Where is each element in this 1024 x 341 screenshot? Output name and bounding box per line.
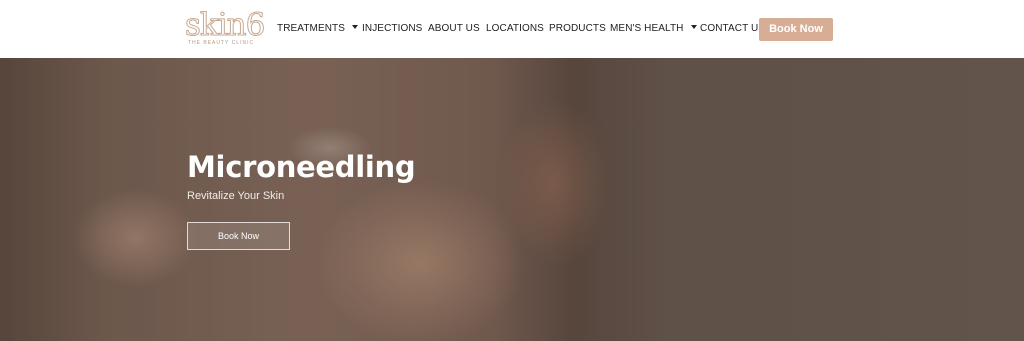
hero-book-now-button[interactable]: Book Now [187, 222, 290, 250]
nav-item-products[interactable]: PRODUCTS [549, 22, 606, 36]
nav-item-label: CONTACT US [700, 23, 766, 34]
hero-banner: Microneedling Revitalize Your Skin Book … [0, 58, 1024, 341]
nav-item-label: INJECTIONS [362, 23, 423, 34]
hero-subtitle: Revitalize Your Skin [187, 190, 285, 202]
hero-image-overlay [0, 58, 1024, 341]
nav-item-locations[interactable]: LOCATIONS [486, 22, 544, 36]
nav-item-mens-health[interactable]: MEN'S HEALTH [610, 22, 697, 36]
nav-item-about-us[interactable]: ABOUT US [428, 22, 480, 36]
nav-item-label: ABOUT US [428, 23, 480, 34]
chevron-down-icon [352, 25, 359, 29]
hero-title: Microneedling [187, 150, 416, 184]
site-header: skin6 THE BEAUTY CLINIC TREATMENTS INJEC… [0, 0, 1024, 58]
nav-item-contact-us[interactable]: CONTACT US [700, 22, 765, 36]
chevron-down-icon [690, 25, 697, 29]
header-book-now-button[interactable]: Book Now [759, 18, 833, 41]
nav-item-label: PRODUCTS [549, 23, 606, 34]
nav-item-label: LOCATIONS [486, 23, 544, 34]
nav-item-treatments[interactable]: TREATMENTS [277, 22, 359, 36]
nav-item-injections[interactable]: INJECTIONS [362, 22, 422, 36]
nav-item-label: TREATMENTS [277, 23, 346, 34]
main-nav: TREATMENTS INJECTIONS ABOUT US LOCATIONS… [0, 0, 1024, 58]
nav-item-label: MEN'S HEALTH [610, 23, 684, 34]
